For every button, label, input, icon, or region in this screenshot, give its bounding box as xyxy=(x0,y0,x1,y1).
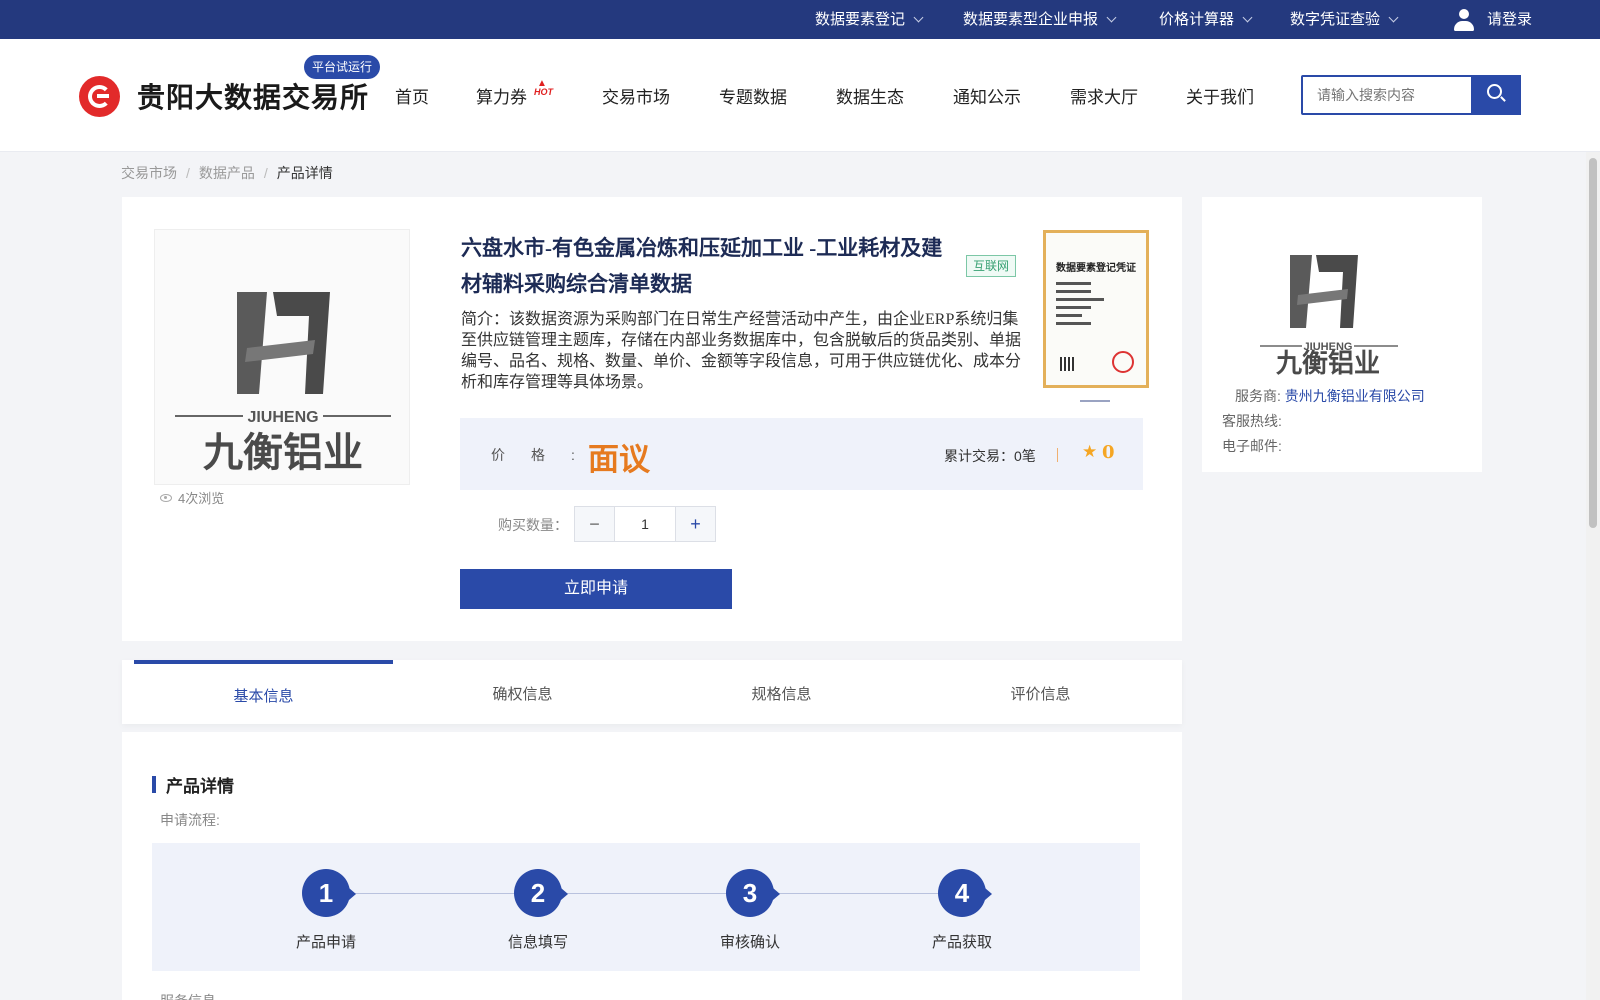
rating-count: 0 xyxy=(1102,442,1115,463)
breadcrumb-trading-market[interactable]: 交易市场 xyxy=(121,163,177,183)
breadcrumb-separator: / xyxy=(186,165,190,181)
step-label: 信息填写 xyxy=(507,934,568,951)
topbar-link-label: 价格计算器 xyxy=(1159,10,1235,28)
decrement-button[interactable]: − xyxy=(575,507,615,541)
breadcrumb-separator: / xyxy=(263,165,268,181)
step-label: 产品获取 xyxy=(931,934,992,951)
category-tag: 互联网 xyxy=(966,255,1017,277)
site-brand-name[interactable]: 贵阳大数据交易所 xyxy=(137,76,369,116)
chevron-down-icon xyxy=(1388,12,1399,23)
provider-service-link[interactable]: 贵州九衡铝业有限公司 xyxy=(1285,388,1425,404)
view-count: 4次浏览 xyxy=(160,488,224,507)
increment-button[interactable]: + xyxy=(675,507,715,541)
star-icon: ★ xyxy=(1082,442,1098,461)
view-count-label: 4次浏览 xyxy=(178,491,225,506)
flow-label: 申请流程: xyxy=(160,812,220,828)
quantity-label: 购买数量： xyxy=(498,517,568,533)
step-number: 2 xyxy=(514,869,568,917)
provider-logo-image: JIUHENG 九衡铝业 xyxy=(1250,220,1430,375)
eye-icon xyxy=(160,493,172,502)
logo-english-text: JIUHENG xyxy=(247,409,318,426)
step-number: 4 xyxy=(938,869,992,917)
topbar-link-label: 数据要素型企业申报 xyxy=(963,10,1099,28)
provider-hotline: 客服热线: xyxy=(1222,413,1282,429)
tab-spec-info[interactable]: 规格信息 xyxy=(652,660,911,724)
nav-home[interactable]: 首页 xyxy=(395,83,429,108)
chevron-down-icon xyxy=(1106,12,1117,23)
apply-now-button[interactable]: 立即申请 xyxy=(460,569,732,609)
hot-icon: HOT xyxy=(534,78,553,97)
flow-connector xyxy=(326,893,960,894)
product-intro: 简介：该数据资源为采购部门在日常生产经营活动中产生，由企业ERP系统归集至供应链… xyxy=(461,311,1022,391)
topbar-link-label: 数据要素登记 xyxy=(815,10,906,28)
topbar-link-label: 数字凭证查验 xyxy=(1290,10,1381,28)
topbar-link-enterprise-declaration[interactable]: 数据要素型企业申报 xyxy=(963,0,1117,39)
quantity-stepper: − 1 + xyxy=(574,506,716,542)
main-header: 贵阳大数据交易所 平台试运行 首页 算力券 交易市场 专题数据 数据生态 通知公… xyxy=(0,39,1600,152)
tab-rights-info[interactable]: 确权信息 xyxy=(393,660,652,724)
nav-trading-market[interactable]: 交易市场 xyxy=(602,83,670,108)
provider-email: 电子邮件: xyxy=(1222,438,1282,454)
step-number: 1 xyxy=(302,869,356,917)
step-label: 审核确认 xyxy=(719,934,780,951)
nav-data-ecosystem[interactable]: 数据生态 xyxy=(836,83,904,108)
price-label: 价格: xyxy=(491,447,575,463)
nav-compute-voucher[interactable]: 算力券 xyxy=(476,83,527,108)
jiuheng-logo-icon: JIUHENG 九衡铝业 xyxy=(1260,255,1398,375)
logo-chinese-text: 九衡铝业 xyxy=(203,430,363,476)
qr-code-icon xyxy=(1060,357,1074,371)
user-icon xyxy=(1453,8,1475,32)
nav-demand-hall[interactable]: 需求大厅 xyxy=(1070,83,1138,108)
chevron-down-icon xyxy=(913,12,924,23)
breadcrumb: 交易市场 / 数据产品 / 产品详情 xyxy=(121,163,333,183)
logo-chinese-text: 九衡铝业 xyxy=(1275,348,1380,375)
service-info-label: 服务信息 xyxy=(160,991,216,1000)
site-logo-icon[interactable] xyxy=(79,76,120,117)
trade-count: 累计交易：0笔 xyxy=(944,448,1036,464)
provider-service-label: 服务商: xyxy=(1235,388,1281,404)
certificate-title: 数据要素登记凭证 xyxy=(1056,263,1136,274)
carousel-indicator[interactable] xyxy=(1080,400,1110,402)
provider-service: 服务商: 贵州九衡铝业有限公司 xyxy=(1235,386,1425,406)
price-value: 面议 xyxy=(588,442,650,478)
step-number: 3 xyxy=(726,869,780,917)
jiuheng-logo-icon: JIUHENG 九衡铝业 xyxy=(175,292,391,476)
breadcrumb-current: 产品详情 xyxy=(276,165,333,181)
step-label: 产品申请 xyxy=(295,934,356,951)
product-title: 六盘水市-有色金属冶炼和压延加工业 -工业耗材及建材辅料采购综合清单数据 xyxy=(461,236,943,296)
topbar-link-certificate-check[interactable]: 数字凭证查验 xyxy=(1290,0,1399,39)
product-logo-image: JIUHENG 九衡铝业 xyxy=(154,229,410,485)
scrollbar-thumb[interactable] xyxy=(1589,158,1597,528)
login-button[interactable]: 请登录 xyxy=(1453,0,1532,39)
topbar-link-price-calculator[interactable]: 价格计算器 xyxy=(1159,0,1253,39)
nav-topic-data[interactable]: 专题数据 xyxy=(719,83,787,108)
tab-basic-info[interactable]: 基本信息 xyxy=(134,660,393,724)
tab-reviews[interactable]: 评价信息 xyxy=(911,660,1170,724)
search-button[interactable] xyxy=(1471,75,1521,115)
divider xyxy=(1057,448,1058,462)
nav-notices[interactable]: 通知公示 xyxy=(953,83,1021,108)
registration-certificate-image[interactable]: 数据要素登记凭证 xyxy=(1043,230,1149,388)
detail-tabs: 基本信息 确权信息 规格信息 评价信息 xyxy=(122,660,1182,724)
seal-icon xyxy=(1112,351,1134,373)
breadcrumb-data-products[interactable]: 数据产品 xyxy=(199,163,255,183)
trial-badge: 平台试运行 xyxy=(304,55,381,79)
login-label: 请登录 xyxy=(1487,10,1533,28)
section-title: 产品详情 xyxy=(152,772,234,797)
chevron-down-icon xyxy=(1242,12,1253,23)
topbar-link-data-registration[interactable]: 数据要素登记 xyxy=(815,0,924,39)
top-bar: 数据要素登记 数据要素型企业申报 价格计算器 数字凭证查验 请登录 xyxy=(0,0,1600,39)
price-panel: 价格: 面议 累计交易：0笔 ★ 0 xyxy=(460,418,1143,490)
nav-about-us[interactable]: 关于我们 xyxy=(1186,83,1254,108)
quantity-input[interactable]: 1 xyxy=(615,507,675,541)
